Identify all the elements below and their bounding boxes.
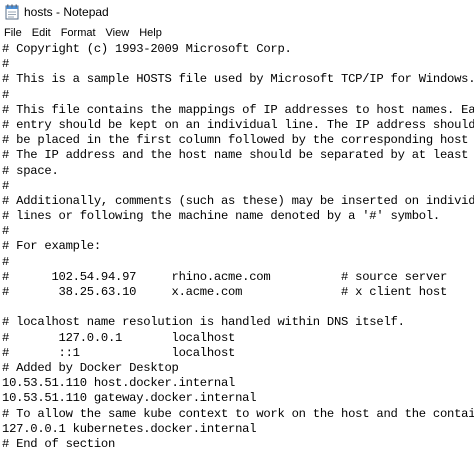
text-line: # Copyright (c) 1993-2009 Microsoft Corp… <box>2 42 292 56</box>
text-line: # End of section <box>2 436 116 451</box>
text-line: # For example: <box>2 239 101 254</box>
notepad-window: hosts - Notepad File Edit Format View Help #… <box>0 0 474 455</box>
text-line: # <box>2 254 10 269</box>
text-line: 127.0.0.1 kubernetes.docker.internal <box>2 421 257 436</box>
text-line: # Additionally, comments (such as these)… <box>2 193 474 208</box>
text-line: # 38.25.63.10 x.acme.com # x client host <box>2 285 448 299</box>
menu-file[interactable]: File <box>0 24 27 42</box>
menu-view[interactable]: View <box>101 24 135 42</box>
text-line: # entry should be kept on an individual … <box>2 117 474 132</box>
text-line <box>2 300 472 315</box>
text-line: # Added by Docker Desktop <box>2 360 179 375</box>
text-line: # <box>2 224 10 239</box>
text-line: # localhost name resolution is handled w… <box>2 315 405 330</box>
text-line: # space. <box>2 163 59 178</box>
window-title: hosts - Notepad <box>24 5 109 19</box>
text-line: # lines or following the machine name de… <box>2 209 440 224</box>
text-editor[interactable]: # Copyright (c) 1993-2009 Microsoft Corp… <box>0 42 474 455</box>
notepad-icon <box>5 4 19 20</box>
editor-text[interactable]: # Copyright (c) 1993-2009 Microsoft Corp… <box>2 42 474 452</box>
title-bar[interactable]: hosts - Notepad <box>0 0 474 24</box>
menu-edit[interactable]: Edit <box>27 24 56 42</box>
text-line: # <box>2 87 10 102</box>
text-line: # ::1 localhost <box>2 345 236 360</box>
text-line: # <box>2 57 10 72</box>
text-line: # This file contains the mappings of IP … <box>2 102 474 117</box>
text-line: 10.53.51.110 gateway.docker.internal <box>2 391 257 406</box>
text-line: # be placed in the first column followed… <box>2 133 474 148</box>
text-line: # This is a sample HOSTS file used by Mi… <box>2 72 474 87</box>
menu-format[interactable]: Format <box>56 24 101 42</box>
menu-bar: File Edit Format View Help <box>0 24 474 42</box>
text-line: # <box>2 178 10 193</box>
text-line: # The IP address and the host name shoul… <box>2 148 474 163</box>
text-line: # 102.54.94.97 rhino.acme.com # source s… <box>2 269 448 284</box>
text-line: # To allow the same kube context to work… <box>2 406 474 421</box>
menu-help[interactable]: Help <box>134 24 167 42</box>
text-line: 10.53.51.110 host.docker.internal <box>2 376 236 391</box>
text-line: # 127.0.0.1 localhost <box>2 330 236 345</box>
